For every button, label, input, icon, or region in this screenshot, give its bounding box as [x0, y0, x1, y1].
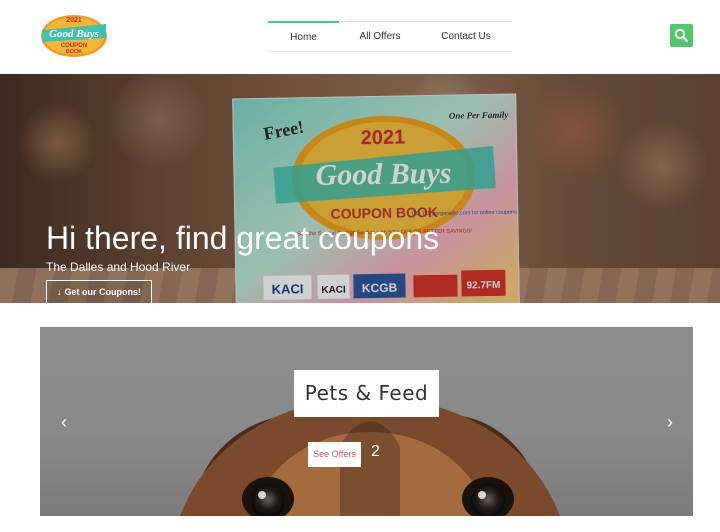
- slide-title: Pets & Feed: [304, 381, 429, 405]
- hero-title: Hi there, find great coupons: [46, 220, 440, 256]
- get-coupons-button[interactable]: ↓ Get our Coupons!: [46, 280, 152, 303]
- chevron-left-icon: ‹: [61, 412, 67, 432]
- slide-number: 2: [371, 443, 380, 460]
- slide-title-box: Pets & Feed: [294, 370, 439, 417]
- search-icon: [674, 28, 688, 42]
- nav-item-contact-us[interactable]: Contact Us: [430, 22, 502, 52]
- see-offers-button[interactable]: See Offers: [308, 442, 361, 467]
- site-logo[interactable]: 2021 Good Buys COUPON BOOK: [40, 12, 108, 58]
- site-header: 2021 Good Buys COUPON BOOK Home All Offe…: [0, 0, 720, 74]
- carousel-prev-button[interactable]: ‹: [56, 411, 72, 433]
- chevron-right-icon: ›: [667, 412, 673, 432]
- hero-subtitle: The Dalles and Hood River: [46, 260, 191, 274]
- logo-year: 2021: [66, 17, 82, 24]
- hero-banner: Free! 2021 Good Buys COUPON BOOK See the…: [0, 74, 720, 303]
- arrow-down-icon: ↓: [57, 287, 62, 297]
- logo-line2: BOOK: [66, 49, 83, 55]
- get-coupons-label: Get our Coupons!: [64, 287, 142, 297]
- main-nav: Home All Offers Contact Us: [268, 21, 512, 52]
- carousel-next-button[interactable]: ›: [662, 411, 678, 433]
- category-carousel: Pets & Feed See Offers 2 ‹ ›: [40, 327, 693, 516]
- nav-item-all-offers[interactable]: All Offers: [346, 22, 414, 52]
- dog-photo: [180, 397, 560, 516]
- search-button[interactable]: [670, 24, 693, 47]
- logo-brand: Good Buys: [49, 28, 99, 40]
- nav-item-home[interactable]: Home: [268, 21, 339, 51]
